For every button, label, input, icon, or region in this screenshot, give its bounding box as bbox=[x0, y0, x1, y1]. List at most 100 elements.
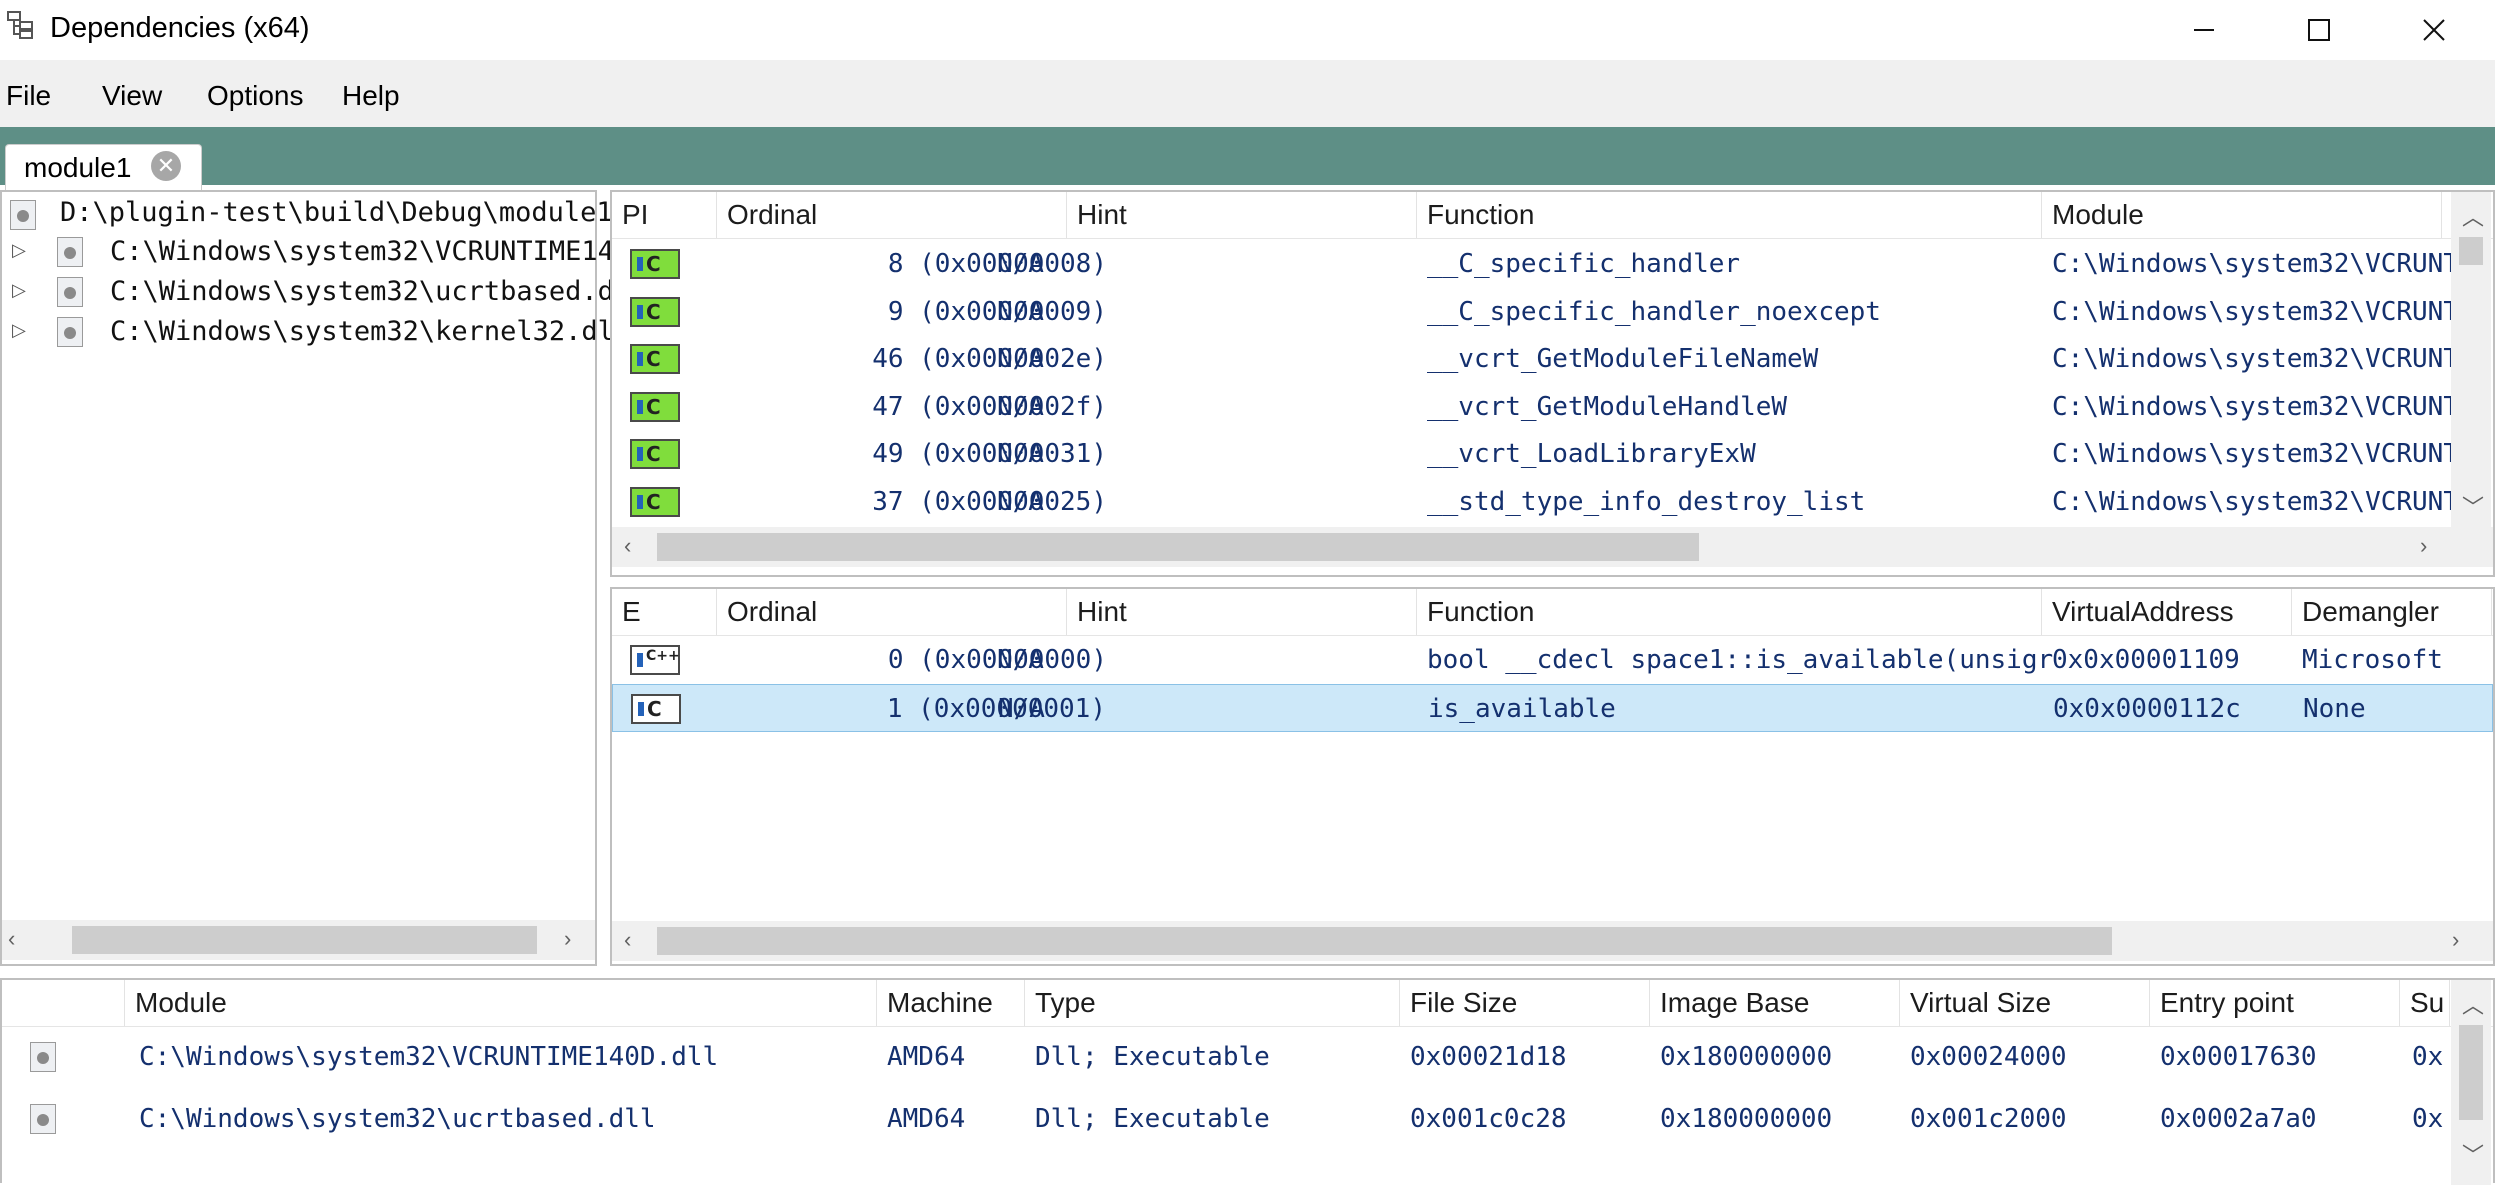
import-function: __std_type_info_destroy_list bbox=[1427, 486, 1866, 517]
modules-pane: Module Machine Type File Size Image Base… bbox=[0, 978, 2495, 1185]
scroll-down-icon[interactable]: ﹀ bbox=[2462, 1138, 2484, 1170]
scroll-thumb[interactable] bbox=[2459, 237, 2483, 265]
minimize-button[interactable] bbox=[2146, 0, 2261, 60]
col-function[interactable]: Function bbox=[1417, 192, 2042, 238]
module-type: Dll; Executable bbox=[1035, 1042, 1270, 1072]
modules-vertical-scrollbar[interactable]: ︿ ﹀ bbox=[2451, 980, 2491, 1185]
import-hint: 49 (0x00000031) bbox=[872, 439, 1107, 469]
col-module[interactable]: Module bbox=[125, 980, 877, 1026]
import-row[interactable]: C N/A 9 (0x00000009) __C_specific_handler_n… bbox=[612, 288, 2459, 336]
expand-arrow-icon[interactable]: ▷ bbox=[12, 240, 26, 261]
col-hint[interactable]: Hint bbox=[1067, 192, 1417, 238]
module-row[interactable]: C:\Windows\system32\ucrtbased.dll AMD64 Dl… bbox=[2, 1090, 2447, 1150]
col-ordinal[interactable]: Ordinal bbox=[717, 589, 1067, 635]
col-type[interactable]: Type bbox=[1025, 980, 1400, 1026]
col-e[interactable]: E bbox=[612, 589, 717, 635]
tab-module1[interactable]: module1 ✕ bbox=[5, 144, 202, 191]
maximize-icon bbox=[2307, 19, 2330, 41]
module-entry-point: 0x00017630 bbox=[2160, 1042, 2317, 1072]
col-file-size[interactable]: File Size bbox=[1400, 980, 1650, 1026]
module-icon bbox=[30, 1042, 56, 1072]
col-icon[interactable] bbox=[2, 980, 125, 1026]
scroll-up-icon[interactable]: ︿ bbox=[2462, 988, 2484, 1020]
menu-view[interactable]: View bbox=[102, 80, 162, 112]
export-row[interactable]: C++ N/A 0 (0x00000000) bool __cdecl space1:… bbox=[612, 636, 2493, 684]
export-function: is_available bbox=[1428, 694, 1616, 724]
col-su[interactable]: Su bbox=[2400, 980, 2450, 1026]
c-function-icon: C bbox=[630, 439, 680, 469]
col-module[interactable]: Module bbox=[2042, 192, 2442, 238]
import-row[interactable]: C N/A 37 (0x00000025) __std_type_info_destr… bbox=[612, 478, 2459, 526]
exports-pane: E Ordinal Hint Function VirtualAddress D… bbox=[610, 587, 2495, 966]
tree-horizontal-scrollbar[interactable]: ‹ › bbox=[2, 920, 595, 960]
menu-help[interactable]: Help bbox=[342, 80, 400, 112]
col-machine[interactable]: Machine bbox=[877, 980, 1025, 1026]
import-row[interactable]: C N/A 47 (0x0000002f) __vcrt_GetModuleHandl… bbox=[612, 383, 2459, 431]
module-image-base: 0x180000000 bbox=[1660, 1104, 1833, 1134]
tab-close-icon[interactable]: ✕ bbox=[151, 151, 181, 181]
scroll-left-icon[interactable]: ‹ bbox=[8, 926, 15, 952]
col-hint[interactable]: Hint bbox=[1067, 589, 1417, 635]
c-function-icon: C bbox=[630, 296, 680, 327]
module-icon bbox=[30, 1104, 56, 1134]
scroll-thumb[interactable] bbox=[657, 533, 1699, 561]
module-machine: AMD64 bbox=[887, 1042, 966, 1072]
import-module: C:\Windows\system32\VCRUNT bbox=[2052, 391, 2459, 422]
import-module: C:\Windows\system32\VCRUNT bbox=[2052, 486, 2459, 517]
import-function: __C_specific_handler_noexcept bbox=[1427, 296, 1881, 327]
module-row[interactable]: C:\Windows\system32\VCRUNTIME140D.dll AMD… bbox=[2, 1028, 2447, 1088]
menu-options[interactable]: Options bbox=[207, 80, 304, 112]
window-title: Dependencies (x64) bbox=[50, 12, 310, 44]
maximize-button[interactable] bbox=[2261, 0, 2376, 60]
module-image-base: 0x180000000 bbox=[1660, 1042, 1833, 1072]
scroll-right-icon[interactable]: › bbox=[564, 926, 571, 952]
import-module: C:\Windows\system32\VCRUNT bbox=[2052, 439, 2459, 469]
close-icon bbox=[2422, 19, 2445, 41]
expand-arrow-icon[interactable]: ▷ bbox=[12, 280, 26, 301]
import-row[interactable]: C N/A 46 (0x0000002e) __vcrt_GetModuleFileN… bbox=[612, 335, 2459, 383]
col-ordinal[interactable]: Ordinal bbox=[717, 192, 1067, 238]
module-file-size: 0x001c0c28 bbox=[1410, 1104, 1567, 1134]
tree-item-kernel32[interactable]: C:\Windows\system32\kernel32.dll bbox=[110, 316, 630, 347]
col-virtualaddress[interactable]: VirtualAddress bbox=[2042, 589, 2292, 635]
import-hint: 46 (0x0000002e) bbox=[872, 344, 1107, 374]
import-row[interactable]: C N/A 49 (0x00000031) __vcrt_LoadLibraryExW… bbox=[612, 430, 2459, 478]
close-button[interactable] bbox=[2376, 0, 2491, 60]
exports-header: E Ordinal Hint Function VirtualAddress D… bbox=[612, 589, 2493, 636]
minimize-icon bbox=[2193, 29, 2214, 31]
scroll-down-icon[interactable]: ﹀ bbox=[2462, 490, 2484, 522]
col-entry-point[interactable]: Entry point bbox=[2150, 980, 2400, 1026]
scroll-thumb[interactable] bbox=[72, 926, 537, 954]
scroll-up-icon[interactable]: ︿ bbox=[2462, 200, 2484, 232]
scroll-thumb[interactable] bbox=[657, 927, 2112, 955]
import-row[interactable]: C N/A 8 (0x00000008) __C_specific_handler C:… bbox=[612, 240, 2459, 288]
export-row[interactable]: C N/A 1 (0x00000001) is_available 0x0x000011… bbox=[612, 684, 2493, 732]
tree-item-vcruntime[interactable]: C:\Windows\system32\VCRUNTIME140D bbox=[110, 236, 646, 267]
import-module: C:\Windows\system32\VCRUNT bbox=[2052, 344, 2459, 374]
cpp-function-icon: C++ bbox=[630, 645, 680, 675]
col-demangler[interactable]: Demangler bbox=[2292, 589, 2492, 635]
imports-horizontal-scrollbar[interactable]: ‹ › bbox=[612, 527, 2493, 567]
module-file-size: 0x00021d18 bbox=[1410, 1042, 1567, 1072]
menu-file[interactable]: File bbox=[6, 80, 51, 112]
c-function-icon: C bbox=[630, 249, 680, 279]
exports-horizontal-scrollbar[interactable]: ‹ › bbox=[612, 921, 2493, 961]
expand-arrow-icon[interactable]: ▷ bbox=[12, 320, 26, 341]
import-function: __vcrt_GetModuleFileNameW bbox=[1427, 344, 1819, 374]
tab-label: module1 bbox=[24, 152, 132, 183]
scroll-right-icon[interactable]: › bbox=[2452, 927, 2459, 953]
imports-vertical-scrollbar[interactable]: ︿ ﹀ bbox=[2451, 192, 2491, 527]
tree-item-ucrtbased[interactable]: C:\Windows\system32\ucrtbased.dll bbox=[110, 276, 646, 307]
col-virtual-size[interactable]: Virtual Size bbox=[1900, 980, 2150, 1026]
scroll-left-icon[interactable]: ‹ bbox=[624, 927, 631, 953]
menu-bar: File View Options Help bbox=[0, 60, 2495, 127]
module-icon bbox=[57, 237, 83, 267]
scroll-right-icon[interactable]: › bbox=[2420, 533, 2427, 559]
scroll-thumb[interactable] bbox=[2459, 1025, 2483, 1120]
module-module: C:\Windows\system32\VCRUNTIME140D.dll bbox=[139, 1042, 719, 1072]
col-function[interactable]: Function bbox=[1417, 589, 2042, 635]
col-pi[interactable]: PI bbox=[612, 192, 717, 238]
col-image-base[interactable]: Image Base bbox=[1650, 980, 1900, 1026]
tree-root-item[interactable]: D:\plugin-test\build\Debug\module1.d bbox=[60, 197, 645, 228]
scroll-left-icon[interactable]: ‹ bbox=[624, 533, 631, 559]
